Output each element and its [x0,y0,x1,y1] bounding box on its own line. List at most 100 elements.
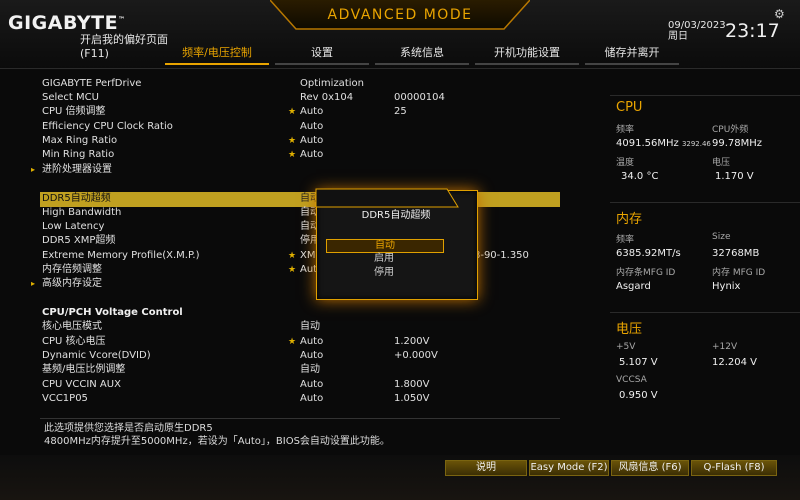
tab-boot[interactable]: 开机功能设置 [475,43,579,65]
setting-label: DDR5 XMP超频 [42,235,116,246]
setting-value: Auto [300,121,324,132]
setting-row-min-ring[interactable]: Min Ring Ratio ★ Auto [40,148,560,162]
v5-value: 5.107 V [619,357,658,368]
setting-row-ddr5-auto-boost[interactable]: DDR5自动超频 自动 [40,192,560,207]
submenu-advanced-cpu[interactable]: ▸ 进阶处理器设置 [31,163,560,177]
setting-label: CPU 倍频调整 [42,106,106,117]
setting-current-value: 00000104 [394,92,445,103]
mem-mfg2-value: Hynix [712,281,741,292]
easy-mode-button[interactable]: Easy Mode (F2) [529,460,609,476]
tab-save-exit[interactable]: 储存并离开 [585,43,679,65]
header-divider [0,68,800,69]
time-display: 23:17 [725,20,780,42]
gear-icon[interactable]: ⚙ [774,8,786,20]
setting-row-memory-ratio[interactable]: 内存倍频调整 ★ Auto [40,263,560,277]
help-line-1: 此选项提供您选择是否启动原生DDR5 [44,423,213,434]
submenu-arrow-icon: ▸ [31,279,36,288]
setting-value: Auto [300,393,324,404]
date-value: 09/03/2023 [668,20,726,31]
setting-value: 自动 [300,364,320,375]
v5-label: +5V [616,342,636,352]
setting-row-efficiency-ratio[interactable]: Efficiency CPU Clock Ratio Auto [40,120,560,134]
star-icon: ★ [288,337,297,347]
cpu-temp-value: 34.0 °C [621,171,659,182]
setting-row-max-ring[interactable]: Max Ring Ratio ★ Auto [40,134,560,148]
tab-frequency-voltage[interactable]: 频率/电压控制 [165,43,269,65]
help-line-2: 4800MHz内存提升至5000MHz，若设为「Auto」，BIOS会自动设置此… [44,436,390,447]
cpu-bclk-value: 99.78MHz [712,138,763,149]
mem-mfg1-label: 内存条MFG ID [616,268,676,278]
setting-row-ddr5-xmp[interactable]: DDR5 XMP超频 停用 [40,234,560,248]
setting-label: VCC1P05 [42,393,88,404]
setting-row-perfdrive[interactable]: GIGABYTE PerfDrive Optimization [40,77,560,91]
setting-row-low-latency[interactable]: Low Latency 自动 [40,220,560,234]
voltage-section-title: 电压 [616,322,643,337]
setting-label: 基频/电压比例调整 [42,364,126,375]
help-text: 此选项提供您选择是否启动原生DDR5 4800MHz内存提升至5000MHz，若… [44,422,390,448]
setting-label: CPU VCCIN AUX [42,379,121,390]
star-icon: ★ [288,251,297,261]
star-icon: ★ [288,265,297,275]
setting-label: CPU 核心电压 [42,336,106,347]
popup-tab-decoration [315,188,459,208]
mem-size-label: Size [712,232,731,242]
setting-label: 核心电压模式 [42,321,102,332]
setting-row-vcc1p05[interactable]: VCC1P05 Auto 1.050V [40,392,560,406]
main-tabs: 频率/电压控制 设置 系统信息 开机功能设置 储存并离开 [165,43,685,65]
mem-mfg2-label: 内存 MFG ID [712,268,766,278]
setting-row-cpu-vcore[interactable]: CPU 核心电压 ★ Auto 1.200V [40,335,560,349]
help-button[interactable]: 说明 [445,460,527,476]
setting-label: 高级内存设定 [42,278,102,289]
cpu-section-title: CPU [616,100,643,115]
submenu-advanced-memory[interactable]: ▸ 高级内存设定 [31,277,560,291]
setting-row-select-mcu[interactable]: Select MCU Rev 0x104 00000104 [40,91,560,105]
setting-row-cpu-ratio[interactable]: CPU 倍频调整 ★ Auto 25 [40,105,560,119]
popup-option-disable[interactable]: 停用 [326,267,442,279]
cpu-freq-sub: 3292.46 [681,140,711,148]
section-heading: CPU/PCH Voltage Control [42,307,183,318]
setting-label: Min Ring Ratio [42,149,115,160]
setting-label: DDR5自动超频 [42,193,111,204]
star-icon: ★ [288,136,297,146]
setting-label: Efficiency CPU Clock Ratio [42,121,173,132]
setting-label: Low Latency [42,221,105,232]
gigabyte-logo: GIGABYTE™ [8,12,126,34]
date-display: 09/03/2023 周日 [668,20,726,42]
qflash-button[interactable]: Q-Flash (F8) [691,460,777,476]
favorites-key: (F11) [80,47,109,60]
setting-value: Auto [300,106,324,117]
favorites-button[interactable]: 开启我的偏好页面 (F11) [80,33,168,61]
fan-info-button[interactable]: 风扇信息 (F6) [611,460,689,476]
setting-label: 进阶处理器设置 [42,164,112,175]
favorites-label: 开启我的偏好页面 [80,33,168,46]
setting-current-value: 1.800V [394,379,430,390]
setting-current-value: 25 [394,106,407,117]
setting-row-vccin-aux[interactable]: CPU VCCIN AUX Auto 1.800V [40,378,560,392]
popup-option-auto[interactable]: 自动 [326,239,444,253]
tab-settings[interactable]: 设置 [275,43,369,65]
cpu-volt-label: 电压 [712,158,731,168]
mode-title: ADVANCED MODE [327,7,473,23]
mem-mfg1-value: Asgard [616,281,651,292]
setting-row-high-bandwidth[interactable]: High Bandwidth 自动 [40,206,560,220]
mem-size-value: 32768MB [712,248,760,259]
setting-value: 自动 [300,321,320,332]
setting-row-base-ratio[interactable]: 基频/电压比例调整 自动 [40,363,560,377]
cpu-bclk-label: CPU外频 [712,125,749,135]
setting-row-dynamic-vcore[interactable]: Dynamic Vcore(DVID) Auto +0.000V [40,349,560,363]
panel-divider [610,95,800,96]
setting-row-xmp-profile[interactable]: Extreme Memory Profile(X.M.P.) ★ XMP -38… [40,249,560,263]
setting-label: 内存倍频调整 [42,264,102,275]
setting-row-core-voltage-mode[interactable]: 核心电压模式 自动 [40,320,560,334]
setting-label: GIGABYTE PerfDrive [42,78,142,89]
section-heading-voltage: CPU/PCH Voltage Control [40,306,560,320]
mem-freq-value: 6385.92MT/s [616,248,681,259]
setting-value: Auto [300,336,324,347]
setting-label: Max Ring Ratio [42,135,118,146]
setting-current-value: 1.200V [394,336,430,347]
mem-freq-label: 频率 [616,235,635,245]
vccsa-value: 0.950 V [619,390,658,401]
tab-system-info[interactable]: 系统信息 [375,43,469,65]
setting-current-value: 1.050V [394,393,430,404]
popup-option-enable[interactable]: 启用 [326,253,442,265]
